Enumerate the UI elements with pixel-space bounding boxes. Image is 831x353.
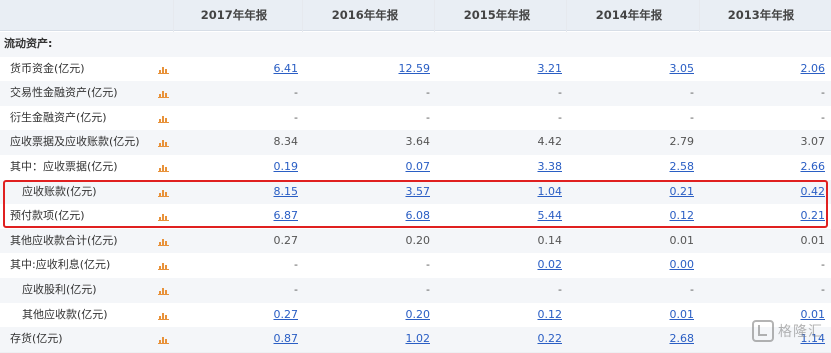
- table-row: 其中:应收利息(亿元) - - 0.02 0.00 -: [0, 253, 831, 279]
- value-cell[interactable]: 6.41: [218, 57, 299, 82]
- value-cell: -: [821, 110, 825, 124]
- table-row: 其中：应收票据(亿元) 0.19 0.07 3.38 2.58 2.66: [0, 155, 831, 181]
- row-label: 存货(亿元): [10, 332, 63, 346]
- value-cell: -: [821, 86, 825, 100]
- bar-chart-icon[interactable]: [158, 311, 169, 320]
- table-row: 交易性金融资产(亿元) - - - - -: [0, 81, 831, 107]
- value-cell: 2.79: [669, 135, 695, 149]
- value-cell[interactable]: 0.27: [218, 303, 299, 328]
- bar-chart-icon[interactable]: [158, 163, 169, 172]
- bar-chart-icon[interactable]: [158, 138, 169, 148]
- value-cell[interactable]: 0.20: [350, 303, 431, 328]
- value-cell[interactable]: 0.02: [482, 253, 563, 278]
- value-cell[interactable]: 3.05: [614, 57, 695, 82]
- value-cell: -: [558, 86, 562, 100]
- bar-chart-icon[interactable]: [158, 286, 169, 295]
- bar-chart-icon[interactable]: [158, 237, 169, 246]
- value-cell: 8.34: [273, 135, 299, 149]
- value-cell: -: [558, 110, 562, 124]
- value-cell: [614, 32, 694, 57]
- row-label: 衍生金融资产(亿元): [10, 110, 107, 124]
- table-row: 货币资金(亿元) 6.41 12.59 3.21 3.05 2.06: [0, 56, 831, 83]
- value-cell[interactable]: 0.22: [482, 327, 563, 352]
- column-header-5[interactable]: 2013年年报: [701, 0, 821, 30]
- value-cell: -: [821, 283, 825, 296]
- bar-chart-icon[interactable]: [158, 114, 169, 123]
- value-cell[interactable]: 3.38: [482, 155, 563, 180]
- value-cell[interactable]: 3.21: [482, 57, 563, 82]
- row-label: 交易性金融资产(亿元): [10, 86, 118, 100]
- value-cell[interactable]: 2.68: [614, 327, 695, 352]
- row-label: 其中：应收票据(亿元): [10, 160, 118, 173]
- value-cell: 4.42: [537, 135, 563, 149]
- row-label: 应收股利(亿元): [22, 283, 97, 296]
- financial-table: 2017年年报 2016年年报 2015年年报 2014年年报 2013年年报 流动资产…: [0, 0, 831, 353]
- row-label: 货币资金(亿元): [10, 61, 85, 75]
- watermark-logo-icon: [752, 320, 774, 342]
- value-cell: -: [690, 283, 694, 296]
- highlight-box: [3, 180, 828, 228]
- value-cell[interactable]: 0.87: [218, 327, 299, 352]
- value-cell: -: [294, 283, 298, 296]
- table-row: 衍生金融资产(亿元) - - - - -: [0, 105, 831, 132]
- value-cell[interactable]: 2.66: [745, 155, 826, 180]
- table-row: 应收票据及应收账款(亿元) 8.34 3.64 4.42 2.79 3.07: [0, 130, 831, 156]
- value-cell: [218, 32, 298, 57]
- row-label: 其中:应收利息(亿元): [10, 258, 111, 272]
- column-header-3[interactable]: 2015年年报: [437, 0, 557, 30]
- value-cell[interactable]: 2.58: [614, 155, 695, 180]
- value-cell: 0.14: [537, 233, 563, 247]
- value-cell: 0.01: [669, 233, 695, 247]
- value-cell[interactable]: 12.59: [350, 57, 431, 82]
- value-cell[interactable]: 0.07: [350, 155, 431, 180]
- column-header-1[interactable]: 2017年年报: [174, 0, 294, 30]
- bar-chart-icon[interactable]: [158, 65, 169, 74]
- table-row: 应收股利(亿元) - - - - -: [0, 278, 831, 304]
- row-label: 流动资产:: [4, 37, 53, 50]
- value-cell: [745, 32, 825, 57]
- value-cell[interactable]: 0.01: [614, 303, 695, 328]
- table-header: 2017年年报 2016年年报 2015年年报 2014年年报 2013年年报: [0, 0, 831, 31]
- value-cell[interactable]: 0.19: [218, 155, 299, 180]
- value-cell: -: [294, 86, 298, 100]
- value-cell[interactable]: 0.00: [614, 253, 695, 278]
- value-cell[interactable]: 0.12: [482, 303, 563, 328]
- value-cell: -: [558, 283, 562, 296]
- value-cell: 0.20: [405, 233, 431, 247]
- value-cell: 3.07: [800, 135, 826, 149]
- table-row: 流动资产:: [0, 32, 831, 58]
- value-cell: -: [426, 110, 430, 124]
- bar-chart-icon[interactable]: [158, 335, 169, 345]
- value-cell: [482, 32, 562, 57]
- watermark-text: 格隆汇: [778, 324, 823, 340]
- row-label: 其他应收款(亿元): [22, 307, 108, 321]
- value-cell: 0.27: [273, 233, 299, 247]
- value-cell: -: [821, 258, 825, 272]
- row-label: 应收票据及应收账款(亿元): [10, 135, 140, 149]
- value-cell: 0.01: [800, 233, 826, 247]
- value-cell: [350, 32, 430, 57]
- value-cell: -: [690, 86, 694, 100]
- watermark: 格隆汇: [752, 318, 823, 344]
- table-row: 存货(亿元) 0.87 1.02 0.22 2.68 1.14: [0, 327, 831, 353]
- bar-chart-icon[interactable]: [158, 261, 169, 271]
- row-label: 其他应收款合计(亿元): [10, 233, 118, 247]
- bar-chart-icon[interactable]: [158, 89, 169, 99]
- value-cell[interactable]: 2.06: [745, 57, 826, 82]
- column-header-2[interactable]: 2016年年报: [305, 0, 425, 30]
- value-cell: 3.64: [405, 135, 431, 149]
- value-cell: -: [294, 110, 298, 124]
- value-cell: -: [426, 283, 430, 296]
- value-cell: -: [294, 258, 298, 272]
- value-cell[interactable]: 1.02: [350, 327, 431, 352]
- table-row: 其他应收款(亿元) 0.27 0.20 0.12 0.01 0.01: [0, 302, 831, 329]
- value-cell: -: [426, 258, 430, 272]
- table-row: 其他应收款合计(亿元) 0.27 0.20 0.14 0.01 0.01: [0, 228, 831, 255]
- value-cell: -: [426, 86, 430, 100]
- value-cell: -: [690, 110, 694, 124]
- column-header-4[interactable]: 2014年年报: [569, 0, 689, 30]
